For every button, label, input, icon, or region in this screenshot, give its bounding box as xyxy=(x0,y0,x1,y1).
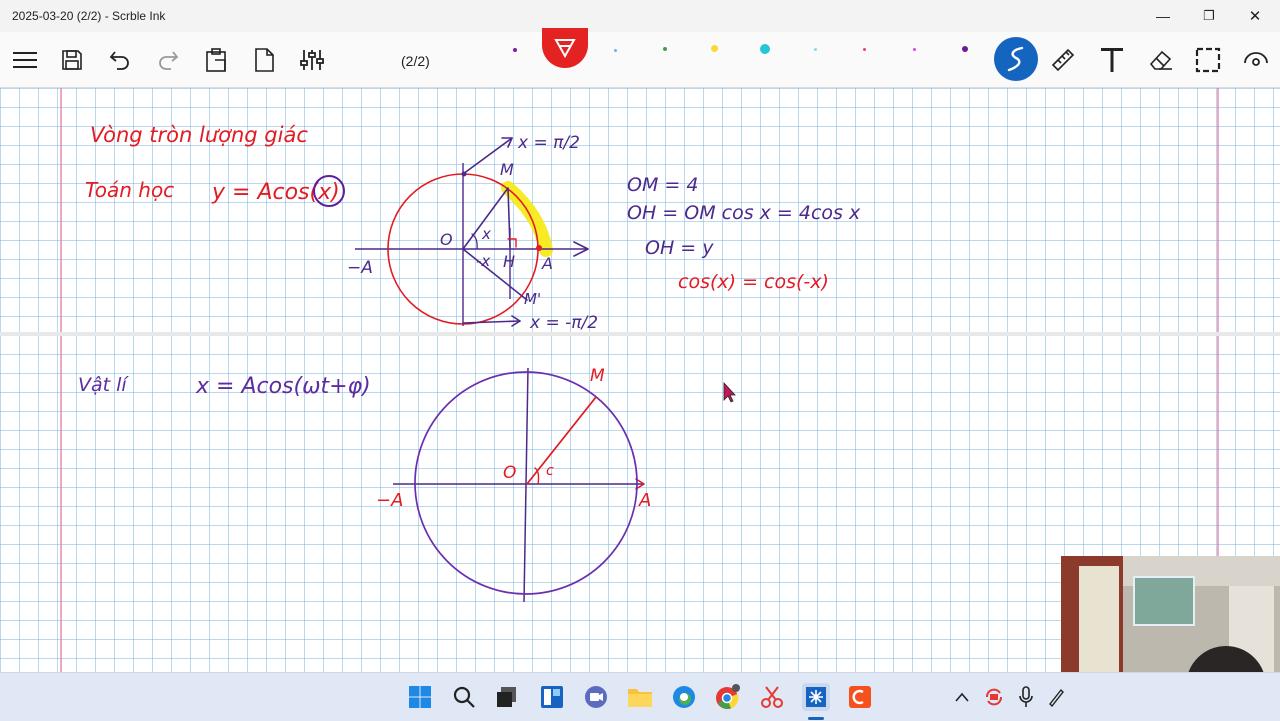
pen-tip-icon xyxy=(554,39,576,58)
task-view-icon[interactable] xyxy=(493,683,521,711)
y-axis-2 xyxy=(523,367,529,603)
file-explorer-icon[interactable] xyxy=(626,683,654,711)
minimize-button[interactable]: — xyxy=(1140,0,1186,32)
restore-button[interactable]: ❐ xyxy=(1186,0,1232,32)
close-button[interactable]: ✕ xyxy=(1232,0,1278,32)
ruler-icon[interactable] xyxy=(1047,44,1079,76)
equation-oh-y: OH = y xyxy=(645,237,714,259)
label-angle-2: c xyxy=(546,463,554,479)
title-bar: 2025-03-20 (2/2) - Scrble Ink — ❐ ✕ xyxy=(0,0,1280,32)
clipboard-icon[interactable] xyxy=(200,44,232,76)
windows-start-icon[interactable] xyxy=(406,683,434,711)
section2-subject: Vật lí xyxy=(78,374,129,396)
save-icon[interactable] xyxy=(56,44,88,76)
label-M-2: M xyxy=(590,366,605,386)
equation-oh: OH = OM cos x = 4cos x xyxy=(627,202,861,224)
redo-icon[interactable] xyxy=(152,44,184,76)
label-A-2: A xyxy=(638,490,651,511)
taskbar xyxy=(0,672,1280,721)
meet-icon[interactable] xyxy=(582,683,610,711)
pen-color-yellow[interactable] xyxy=(711,45,718,52)
search-icon[interactable] xyxy=(450,683,478,711)
highlight-arc xyxy=(501,181,553,257)
label-A-1: A xyxy=(541,254,553,273)
sync-icon[interactable] xyxy=(980,683,1008,711)
label-neg-A-1: −A xyxy=(347,258,373,278)
section1-title: Vòng tròn lượng giác xyxy=(90,123,308,147)
eraser-icon[interactable] xyxy=(1144,44,1176,76)
label-O-2: O xyxy=(503,463,516,483)
view-icon[interactable] xyxy=(1240,44,1272,76)
equation-cos-even: cos(x) = cos(-x) xyxy=(678,271,829,293)
text-icon[interactable] xyxy=(1096,44,1128,76)
label-neg-A-2: −A xyxy=(376,490,403,511)
pen-tool-button[interactable] xyxy=(994,37,1038,81)
chevron-up-icon[interactable] xyxy=(948,683,976,711)
section1-subject: Toán học xyxy=(85,178,174,202)
pen-color-pale-cyan[interactable] xyxy=(814,48,817,51)
section2-formula: x = Acos(ωt+φ) xyxy=(195,374,371,399)
snipping-tool-icon[interactable] xyxy=(758,683,786,711)
active-pen-button[interactable] xyxy=(542,28,588,68)
presenter-icon[interactable] xyxy=(846,683,874,711)
close-icon: ✕ xyxy=(1248,8,1262,25)
pen-color-green[interactable] xyxy=(663,47,667,51)
scrble-ink-icon[interactable] xyxy=(802,683,830,711)
label-neg-x-angle: -x xyxy=(476,252,490,270)
select-icon[interactable] xyxy=(1192,44,1224,76)
pen-color-purple[interactable] xyxy=(513,48,517,52)
edge-icon[interactable] xyxy=(670,683,698,711)
restore-icon: ❐ xyxy=(1203,8,1215,23)
label-M-1: M xyxy=(500,160,514,179)
pen-color-light-blue[interactable] xyxy=(614,49,617,52)
label-H: H xyxy=(503,252,515,271)
pen-color-magenta[interactable] xyxy=(913,48,916,51)
page-icon[interactable] xyxy=(248,44,280,76)
microphone-icon[interactable] xyxy=(1012,683,1040,711)
menu-icon[interactable] xyxy=(9,44,41,76)
label-x-angle: x xyxy=(481,225,491,243)
settings-sliders-icon[interactable] xyxy=(296,44,328,76)
label-top-arrow: x = π/2 xyxy=(517,133,580,153)
label-M-prime: M' xyxy=(524,290,541,308)
pen-icon xyxy=(1007,46,1024,72)
equation-om: OM = 4 xyxy=(627,174,698,196)
page-separator xyxy=(0,332,1280,336)
pen-color-cyan[interactable] xyxy=(760,44,770,54)
label-O-1: O xyxy=(440,230,453,249)
cursor-icon xyxy=(723,381,736,403)
label-bottom-arrow: x = -π/2 xyxy=(529,313,598,333)
window-title: 2025-03-20 (2/2) - Scrble Ink xyxy=(12,9,166,23)
pen-color-dark-purple[interactable] xyxy=(962,46,968,52)
pen-color-pink[interactable] xyxy=(863,48,866,51)
section1-formula: y = Acos(x) xyxy=(211,180,340,205)
chrome-icon[interactable] xyxy=(714,683,742,711)
undo-icon[interactable] xyxy=(104,44,136,76)
toolbar: (2/2) xyxy=(0,28,1280,88)
minimize-icon: — xyxy=(1156,8,1170,24)
page-indicator: (2/2) xyxy=(401,53,430,69)
arrow-bottom xyxy=(462,320,521,324)
pen-tray-icon[interactable] xyxy=(1042,683,1070,711)
widgets-icon[interactable] xyxy=(538,683,566,711)
